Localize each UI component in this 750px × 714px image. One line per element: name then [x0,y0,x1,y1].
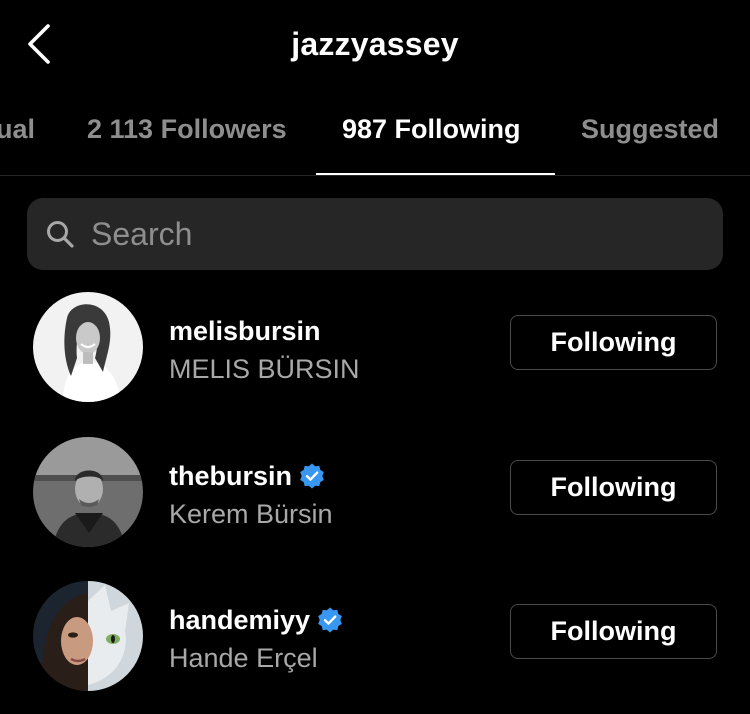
tab-bar: ual 2 113 Followers 987 Following Sugges… [0,100,750,176]
full-name: MELIS BÜRSIN [169,354,360,384]
tab-followers[interactable]: 2 113 Followers [87,114,287,145]
username[interactable]: thebursin [169,461,292,492]
tab-mutual[interactable]: ual [0,114,35,145]
following-button[interactable]: Following [510,315,717,370]
top-bar: jazzyassey [0,0,750,90]
full-name: Kerem Bürsin [169,499,333,529]
avatar[interactable] [33,437,143,547]
list-item: thebursin Kerem Bürsin Following [0,437,750,581]
search-icon [47,221,74,248]
page-title: jazzyassey [291,26,459,62]
search-bar[interactable] [27,198,723,270]
active-tab-indicator [316,173,555,175]
following-button[interactable]: Following [510,460,717,515]
avatar[interactable] [33,292,143,402]
tab-following[interactable]: 987 Following [342,114,521,145]
username[interactable]: melisbursin [169,316,321,347]
search-input[interactable] [91,198,691,270]
user-info: thebursin Kerem Bürsin [169,459,333,530]
following-button[interactable]: Following [510,604,717,659]
list-item: melisbursin MELIS BÜRSIN Following [0,292,750,436]
user-info: handemiyy Hande Erçel [169,603,344,674]
avatar[interactable] [33,581,143,691]
full-name: Hande Erçel [169,643,318,673]
tab-suggested[interactable]: Suggested [581,114,719,145]
user-info: melisbursin MELIS BÜRSIN [169,314,360,385]
verified-badge-icon [318,607,342,633]
verified-badge-icon [300,463,324,489]
list-item: handemiyy Hande Erçel Following [0,581,750,714]
username[interactable]: handemiyy [169,605,310,636]
